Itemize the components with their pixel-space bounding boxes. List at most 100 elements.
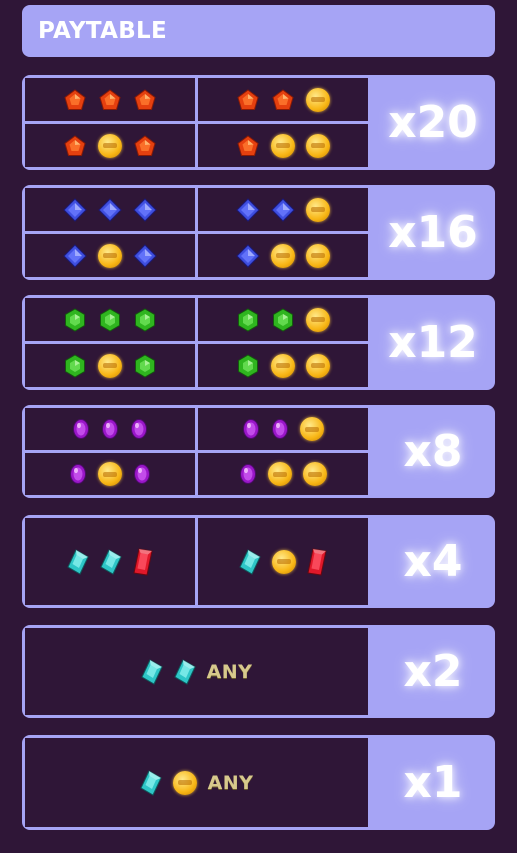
gold-coin-icon (271, 243, 295, 268)
cyan-crystal-gem-icon (100, 548, 122, 575)
paytable-row-x16: x16 (22, 185, 495, 280)
gold-coin-icon (271, 133, 295, 158)
green-hexagon-gem-icon (133, 353, 157, 378)
combo-grid: ANY (25, 738, 368, 827)
red-pentagon-gem-icon (98, 88, 122, 112)
combo-cell (25, 518, 195, 605)
red-pentagon-gem-icon (63, 88, 87, 112)
paytable-title: PAYTABLE (38, 18, 168, 44)
purple-oval-gem-icon (271, 418, 289, 440)
combo-cell (25, 234, 195, 277)
combo-cell (25, 298, 195, 341)
green-hexagon-gem-icon (63, 307, 87, 332)
gold-coin-icon (98, 243, 122, 268)
payout-multiplier: x2 (403, 646, 463, 697)
combo-cell (198, 188, 368, 231)
combo-cell (198, 344, 368, 387)
combo-cell (25, 188, 195, 231)
green-hexagon-gem-icon (63, 353, 87, 378)
blue-diamond-gem-icon (63, 243, 87, 268)
payout-multiplier: x4 (403, 536, 463, 587)
purple-oval-gem-icon (133, 463, 151, 485)
paytable-row-x12: x12 (22, 295, 495, 390)
gold-coin-icon (306, 197, 330, 222)
blue-diamond-gem-icon (271, 197, 295, 222)
gold-coin-icon (306, 87, 330, 112)
red-pentagon-gem-icon (271, 88, 295, 112)
combo-cell (198, 124, 368, 167)
blue-diamond-gem-icon (98, 197, 122, 222)
gold-coin-icon (300, 417, 324, 441)
gold-coin-icon (271, 353, 295, 378)
red-ruby-gem-icon (133, 547, 153, 576)
red-pentagon-gem-icon (236, 134, 260, 158)
blue-diamond-gem-icon (63, 197, 87, 222)
paytable-row-x4: x4 (22, 515, 495, 608)
gold-coin-icon (268, 462, 292, 486)
paytable-row-x2: ANY x2 (22, 625, 495, 718)
red-pentagon-gem-icon (133, 134, 157, 158)
purple-oval-gem-icon (239, 463, 257, 485)
purple-oval-gem-icon (242, 418, 260, 440)
cyan-crystal-gem-icon (139, 769, 162, 796)
payout-multiplier: x20 (388, 97, 478, 148)
combo-cell (198, 518, 368, 605)
cyan-crystal-gem-icon (140, 658, 163, 685)
combo-cell (198, 234, 368, 277)
payout-multiplier: x12 (388, 317, 478, 368)
blue-diamond-gem-icon (236, 197, 260, 222)
green-hexagon-gem-icon (271, 307, 295, 332)
combo-cell (25, 78, 195, 121)
red-pentagon-gem-icon (133, 88, 157, 112)
purple-oval-gem-icon (101, 418, 119, 440)
gold-coin-icon (172, 770, 197, 795)
payout-multiplier: x1 (403, 757, 463, 808)
cyan-crystal-gem-icon (173, 658, 196, 685)
combo-cell (198, 78, 368, 121)
combo-cell (198, 298, 368, 341)
cyan-crystal-gem-icon (67, 548, 89, 575)
combo-cell: ANY (25, 628, 368, 715)
gold-coin-icon (306, 353, 330, 378)
red-pentagon-gem-icon (63, 134, 87, 158)
gold-coin-icon (98, 462, 122, 486)
gold-coin-icon (306, 243, 330, 268)
gold-coin-icon (272, 549, 296, 574)
green-hexagon-gem-icon (236, 307, 260, 332)
combo-cell: ANY (25, 738, 368, 827)
purple-oval-gem-icon (72, 418, 90, 440)
paytable-row-x1: ANY x1 (22, 735, 495, 830)
green-hexagon-gem-icon (98, 307, 122, 332)
purple-oval-gem-icon (69, 463, 87, 485)
gold-coin-icon (98, 133, 122, 158)
combo-cell (198, 408, 368, 450)
combo-grid: ANY (25, 628, 368, 715)
any-symbol-label: ANY (207, 771, 254, 794)
combo-cell (25, 408, 195, 450)
combo-grid (25, 408, 368, 495)
combo-cell (198, 453, 368, 495)
paytable-row-x8: x8 (22, 405, 495, 498)
blue-diamond-gem-icon (133, 197, 157, 222)
red-pentagon-gem-icon (236, 88, 260, 112)
any-symbol-label: ANY (206, 660, 253, 683)
gold-coin-icon (306, 307, 330, 332)
blue-diamond-gem-icon (236, 243, 260, 268)
gold-coin-icon (306, 133, 330, 158)
payout-multiplier: x8 (403, 426, 463, 477)
gold-coin-icon (98, 353, 122, 378)
purple-oval-gem-icon (130, 418, 148, 440)
gold-coin-icon (303, 462, 327, 486)
combo-cell (25, 124, 195, 167)
green-hexagon-gem-icon (236, 353, 260, 378)
combo-grid (25, 78, 368, 167)
green-hexagon-gem-icon (133, 307, 157, 332)
combo-cell (25, 453, 195, 495)
combo-grid (25, 298, 368, 387)
combo-grid (25, 518, 368, 605)
blue-diamond-gem-icon (133, 243, 157, 268)
cyan-crystal-gem-icon (239, 548, 261, 575)
red-ruby-gem-icon (307, 547, 327, 576)
paytable-header: PAYTABLE (22, 5, 495, 57)
combo-grid (25, 188, 368, 277)
